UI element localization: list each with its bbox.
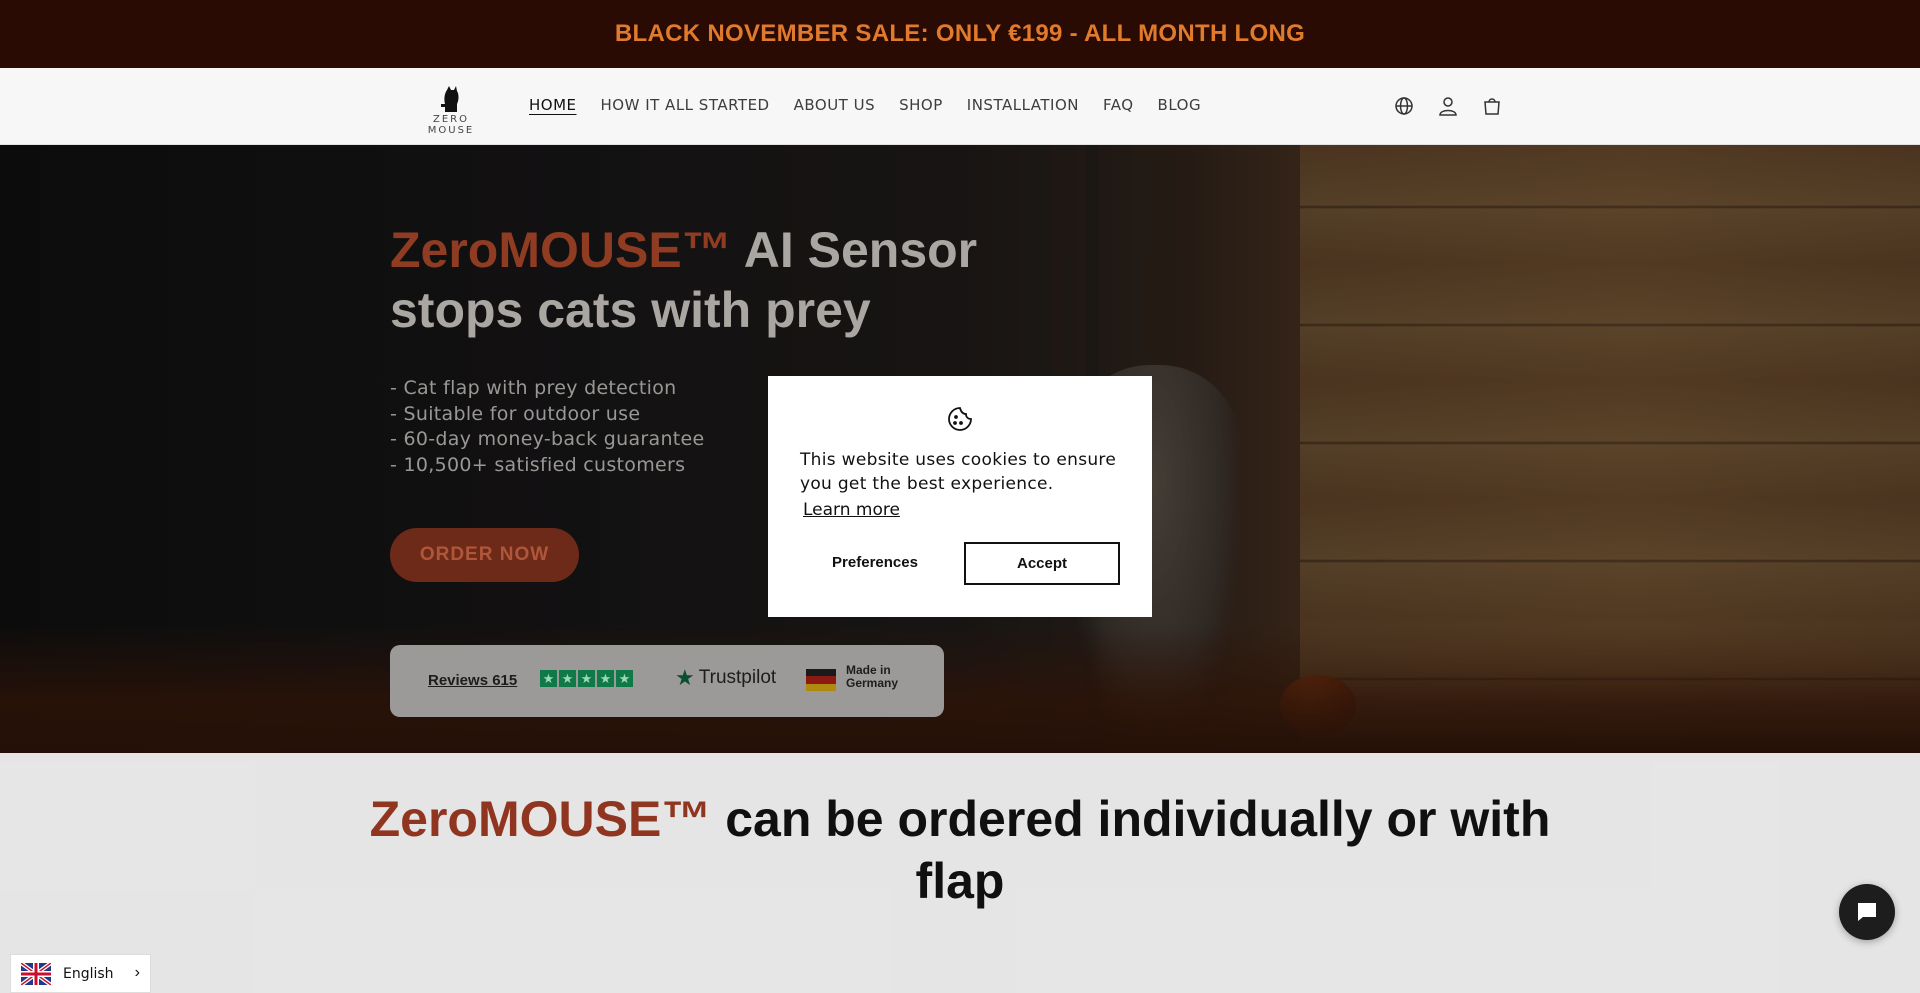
hero-feature-list: - Cat flap with prey detection - Suitabl…	[390, 376, 705, 478]
trust-bar: Reviews 615 ★ ★ ★ ★ ★ ★ Trustpilot Made …	[390, 645, 944, 717]
hero-feature-item: - 60-day money-back guarantee	[390, 428, 705, 450]
chevron-right-icon: ›	[134, 964, 140, 981]
cookie-icon	[948, 407, 972, 431]
nav-home[interactable]: HOME	[529, 96, 577, 114]
chat-icon	[1858, 903, 1876, 921]
nav-faq[interactable]: FAQ	[1103, 96, 1134, 114]
logo[interactable]: ZERO MOUSE	[408, 86, 494, 136]
star-icon: ★	[597, 670, 614, 687]
learn-more-link[interactable]: Learn more	[803, 500, 900, 520]
globe-icon[interactable]	[1392, 94, 1416, 118]
made-in-line2: Germany	[846, 676, 899, 690]
preferences-button[interactable]: Preferences	[820, 542, 930, 582]
order-now-button[interactable]: ORDER NOW	[390, 528, 579, 582]
language-selector[interactable]: English ›	[10, 954, 151, 993]
nav-shop[interactable]: SHOP	[899, 96, 943, 114]
nav-installation[interactable]: INSTALLATION	[967, 96, 1079, 114]
logo-cat-mark	[441, 86, 459, 112]
announcement-bar: BLACK NOVEMBER SALE: ONLY €199 - ALL MON…	[0, 0, 1920, 68]
star-icon: ★	[540, 670, 557, 687]
cart-icon[interactable]	[1480, 94, 1504, 118]
nav-blog[interactable]: BLOG	[1158, 96, 1202, 114]
hero-feature-item: - Suitable for outdoor use	[390, 402, 641, 425]
nav-how-it-all-started[interactable]: HOW IT ALL STARTED	[601, 96, 770, 114]
trustpilot-logo[interactable]: ★ Trustpilot	[675, 667, 776, 689]
trustpilot-star-icon: ★	[675, 665, 695, 690]
cookie-consent-dialog: This website uses cookies to ensure you …	[768, 376, 1152, 617]
hero-title-brand: ZeroMOUSE™	[390, 222, 732, 278]
section-title-rest: can be ordered individually or with flap	[711, 791, 1551, 909]
site-header: ZERO MOUSE HOME HOW IT ALL STARTED ABOUT…	[0, 68, 1920, 145]
uk-flag-icon	[21, 962, 51, 985]
section-title-brand: ZeroMOUSE™	[369, 791, 712, 847]
language-label: English	[63, 965, 114, 982]
announcement-text: BLACK NOVEMBER SALE: ONLY €199 - ALL MON…	[614, 20, 1306, 47]
made-in-germany-label: Made in Germany	[846, 664, 898, 690]
reviews-link[interactable]: Reviews 615	[428, 672, 517, 689]
star-icon: ★	[616, 670, 633, 687]
main-nav: HOME HOW IT ALL STARTED ABOUT US SHOP IN…	[529, 96, 1201, 114]
trustpilot-name: Trustpilot	[698, 667, 777, 688]
nav-about-us[interactable]: ABOUT US	[794, 96, 876, 114]
hero-title: ZeroMOUSE™ AI Sensor stops cats with pre…	[390, 220, 1010, 340]
account-icon[interactable]	[1436, 94, 1460, 118]
cookie-message: This website uses cookies to ensure you …	[800, 450, 1117, 494]
hero-feature-item: - 10,500+ satisfied customers	[390, 453, 686, 476]
trustpilot-stars: ★ ★ ★ ★ ★	[540, 670, 633, 687]
star-icon: ★	[559, 670, 576, 687]
hero-feature-item: - Cat flap with prey detection	[390, 377, 677, 399]
chat-button[interactable]	[1839, 884, 1895, 940]
logo-text: ZERO MOUSE	[427, 114, 475, 136]
section-title: ZeroMOUSE™ can be ordered individually o…	[360, 788, 1560, 912]
germany-flag-icon	[806, 669, 836, 691]
star-icon: ★	[578, 670, 595, 687]
accept-button[interactable]: Accept	[964, 542, 1120, 585]
